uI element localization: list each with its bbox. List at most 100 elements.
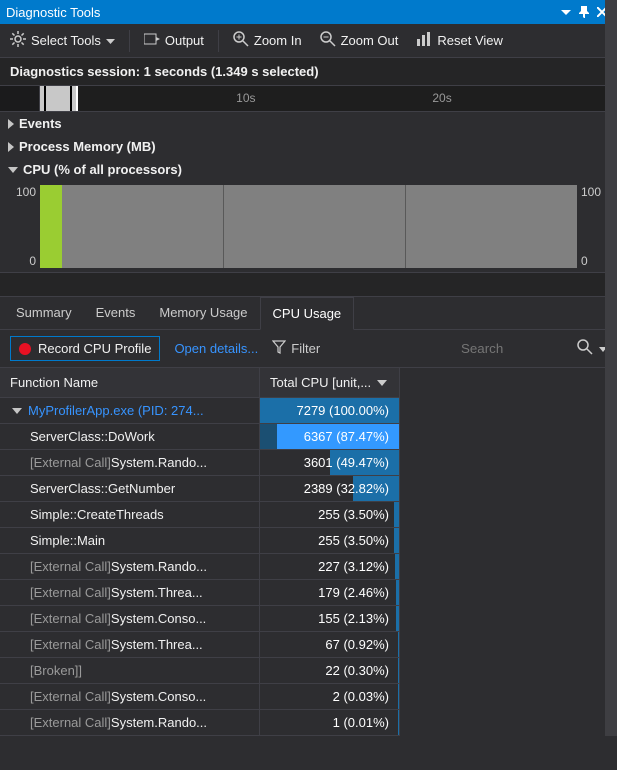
tab-events[interactable]: Events	[84, 297, 148, 329]
zoom-in-label: Zoom In	[254, 33, 302, 48]
record-icon	[19, 343, 31, 355]
window-menu-icon[interactable]	[557, 7, 575, 17]
cpu-bar	[398, 632, 399, 657]
total-cpu-value: 227 (3.12%)	[318, 559, 389, 574]
function-name-cell[interactable]: ServerClass::DoWork	[0, 424, 260, 449]
section-events[interactable]: Events	[0, 112, 617, 135]
total-cpu-value: 2 (0.03%)	[333, 689, 389, 704]
filter-icon	[272, 340, 286, 357]
timeline-ruler[interactable]: 10s 20s	[0, 86, 617, 112]
table-row[interactable]: [External Call] System.Threa... 179 (2.46…	[0, 580, 400, 606]
ruler-gutter	[0, 86, 40, 111]
function-name-cell[interactable]: Simple::CreateThreads	[0, 502, 260, 527]
total-cpu-cell: 255 (3.50%)	[260, 502, 400, 527]
external-call-prefix: [Broken]]	[30, 663, 82, 678]
function-name: Simple::CreateThreads	[30, 507, 164, 522]
function-name-cell[interactable]: [External Call] System.Threa...	[0, 580, 260, 605]
cpu-bar	[394, 528, 399, 553]
select-tools-button[interactable]: Select Tools	[6, 28, 119, 53]
total-cpu-value: 1 (0.01%)	[333, 715, 389, 730]
zoom-out-label: Zoom Out	[341, 33, 399, 48]
filter-label: Filter	[291, 341, 320, 356]
col-total-cpu[interactable]: Total CPU [unit,...	[260, 368, 400, 398]
zoom-in-button[interactable]: Zoom In	[229, 28, 306, 53]
tab-cpu-usage[interactable]: CPU Usage	[260, 297, 355, 330]
section-memory[interactable]: Process Memory (MB)	[0, 135, 617, 158]
gear-icon	[10, 31, 26, 50]
table-row[interactable]: [External Call] System.Rando...3601 (49.…	[0, 450, 400, 476]
reset-view-icon	[416, 31, 432, 50]
function-name-cell[interactable]: Simple::Main	[0, 528, 260, 553]
cpu-usage-bar	[40, 185, 62, 268]
total-cpu-cell: 1 (0.01%)	[260, 710, 400, 735]
toolbar-separator	[218, 30, 219, 52]
table-row[interactable]: [External Call] System.Conso... 2 (0.03%)	[0, 684, 400, 710]
table-row[interactable]: ServerClass::GetNumber2389 (32.82%)	[0, 476, 400, 502]
vertical-scrollbar[interactable]	[605, 0, 617, 736]
function-name-cell[interactable]: ServerClass::GetNumber	[0, 476, 260, 501]
search-box[interactable]	[461, 339, 607, 358]
search-icon[interactable]	[577, 339, 593, 358]
y-min: 0	[29, 254, 36, 268]
function-name: MyProfilerApp.exe (PID: 274...	[28, 403, 204, 418]
tab-memory-usage[interactable]: Memory Usage	[147, 297, 259, 329]
window-title: Diagnostic Tools	[6, 5, 557, 20]
total-cpu-cell: 227 (3.12%)	[260, 554, 400, 579]
external-call-prefix: [External Call]	[30, 637, 111, 652]
selection-range[interactable]	[40, 86, 78, 111]
total-cpu-value: 155 (2.13%)	[318, 611, 389, 626]
zoom-out-button[interactable]: Zoom Out	[316, 28, 403, 53]
open-details-link[interactable]: Open details...	[174, 341, 258, 356]
external-call-prefix: [External Call]	[30, 455, 111, 470]
expand-icon	[8, 142, 14, 152]
function-name-cell[interactable]: [External Call] System.Conso...	[0, 684, 260, 709]
col-function-name[interactable]: Function Name	[0, 368, 260, 398]
table-row[interactable]: Simple::Main255 (3.50%)	[0, 528, 400, 554]
table-row[interactable]: [Broken]] 22 (0.30%)	[0, 658, 400, 684]
total-cpu-cell: 2 (0.03%)	[260, 684, 400, 709]
select-tools-label: Select Tools	[31, 33, 101, 48]
total-cpu-cell: 6367 (87.47%)	[260, 424, 400, 449]
tab-summary[interactable]: Summary	[4, 297, 84, 329]
table-row[interactable]: ServerClass::DoWork6367 (87.47%)	[0, 424, 400, 450]
external-call-prefix: [External Call]	[30, 585, 111, 600]
total-cpu-cell: 3601 (49.47%)	[260, 450, 400, 475]
table-row[interactable]: [External Call] System.Rando... 227 (3.12…	[0, 554, 400, 580]
table-row[interactable]: [External Call] System.Conso... 155 (2.13…	[0, 606, 400, 632]
table-row[interactable]: [External Call] System.Rando... 1 (0.01%)	[0, 710, 400, 736]
section-cpu[interactable]: CPU (% of all processors)	[0, 158, 617, 181]
table-row[interactable]: Simple::CreateThreads 255 (3.50%)	[0, 502, 400, 528]
reset-view-button[interactable]: Reset View	[412, 28, 507, 53]
pin-icon[interactable]	[575, 6, 593, 18]
function-name-cell[interactable]: [External Call] System.Threa...	[0, 632, 260, 657]
function-name: System.Rando...	[111, 715, 207, 730]
cpu-bar	[398, 684, 399, 709]
table-row[interactable]: [External Call] System.Threa...67 (0.92%…	[0, 632, 400, 658]
external-call-prefix: [External Call]	[30, 689, 111, 704]
total-cpu-cell: 22 (0.30%)	[260, 658, 400, 683]
cpu-plot[interactable]	[40, 185, 577, 268]
cpu-action-bar: Record CPU Profile Open details... Filte…	[0, 330, 617, 368]
function-name-cell[interactable]: [Broken]]	[0, 658, 260, 683]
ruler-track[interactable]: 10s 20s	[40, 86, 617, 111]
search-input[interactable]	[461, 341, 571, 356]
table-row[interactable]: MyProfilerApp.exe (PID: 274...7279 (100.…	[0, 398, 400, 424]
total-cpu-value: 179 (2.46%)	[318, 585, 389, 600]
function-name-cell[interactable]: [External Call] System.Rando...	[0, 554, 260, 579]
output-label: Output	[165, 33, 204, 48]
zoom-out-icon	[320, 31, 336, 50]
reset-view-label: Reset View	[437, 33, 503, 48]
zoom-in-icon	[233, 31, 249, 50]
filter-button[interactable]: Filter	[272, 340, 320, 357]
function-name-cell[interactable]: [External Call] System.Rando...	[0, 450, 260, 475]
function-name-cell[interactable]: [External Call] System.Conso...	[0, 606, 260, 631]
function-name-cell[interactable]: MyProfilerApp.exe (PID: 274...	[0, 398, 260, 423]
output-button[interactable]: Output	[140, 29, 208, 52]
cpu-usage-table: Function Name Total CPU [unit,... MyProf…	[0, 368, 617, 736]
collapse-icon[interactable]	[12, 408, 22, 414]
record-cpu-button[interactable]: Record CPU Profile	[10, 336, 160, 361]
ruler-tick: 10s	[236, 91, 255, 105]
section-label: CPU (% of all processors)	[23, 162, 182, 177]
function-name-cell[interactable]: [External Call] System.Rando...	[0, 710, 260, 735]
chevron-down-icon	[106, 33, 115, 48]
